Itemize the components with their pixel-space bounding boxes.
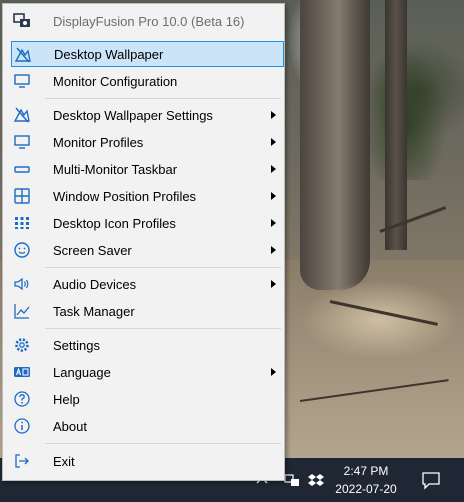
- menu-header: DisplayFusion Pro 10.0 (Beta 16): [11, 8, 282, 34]
- menu-separator: [45, 98, 281, 99]
- menu-item-label: Settings: [53, 337, 100, 353]
- notification-icon[interactable]: [420, 470, 442, 490]
- menu-item-monitor-profiles[interactable]: Monitor Profiles: [11, 129, 282, 155]
- taskbar-icon: [11, 158, 33, 180]
- menu-item-audio-devices[interactable]: Audio Devices: [11, 271, 282, 297]
- menu-item-label: Screen Saver: [53, 242, 132, 258]
- menu-item-label: Desktop Wallpaper Settings: [53, 107, 213, 123]
- menu-item-desktop-wallpaper[interactable]: Desktop Wallpaper: [11, 41, 284, 67]
- menu-item-label: Language: [53, 364, 111, 380]
- menu-item-label: Monitor Configuration: [53, 73, 178, 89]
- menu-item-label: Desktop Wallpaper: [54, 46, 164, 62]
- menu-separator: [45, 267, 281, 268]
- menu-header-label: DisplayFusion Pro 10.0 (Beta 16): [53, 13, 245, 29]
- help-icon: [11, 388, 33, 410]
- menu-item-label: Desktop Icon Profiles: [53, 215, 176, 231]
- submenu-arrow-icon: [271, 138, 276, 146]
- menu-item-label: Monitor Profiles: [53, 134, 144, 150]
- submenu-arrow-icon: [271, 246, 276, 254]
- clock-date: 2022-07-20: [335, 482, 397, 496]
- speaker-icon: [11, 273, 33, 295]
- menu-item-about[interactable]: About: [11, 413, 282, 439]
- menu-item-label: About: [53, 418, 87, 434]
- monitor-icon: [11, 70, 33, 92]
- submenu-arrow-icon: [271, 165, 276, 173]
- menu-item-label: Multi-Monitor Taskbar: [53, 161, 178, 177]
- system-clock[interactable]: 2:47 PM 2022-07-20: [330, 462, 402, 498]
- language-icon: [11, 361, 33, 383]
- task-manager-icon: [11, 300, 33, 322]
- menu-item-screen-saver[interactable]: Screen Saver: [11, 237, 282, 263]
- dropbox-icon[interactable]: [306, 470, 326, 490]
- screen-saver-icon: [11, 239, 33, 261]
- menu-item-help[interactable]: Help: [11, 386, 282, 412]
- desktop-icons-icon: [11, 212, 33, 234]
- clock-time: 2:47 PM: [343, 464, 389, 478]
- displayfusion-app-icon: [11, 10, 33, 32]
- menu-item-label: Help: [53, 391, 80, 407]
- menu-item-label: Window Position Profiles: [53, 188, 197, 204]
- submenu-arrow-icon: [271, 111, 276, 119]
- menu-separator: [45, 443, 281, 444]
- wallpaper-icon: [12, 44, 34, 66]
- menu-item-exit[interactable]: Exit: [11, 448, 282, 474]
- menu-item-label: Exit: [53, 453, 75, 469]
- wallpaper-settings-icon: [11, 104, 33, 126]
- submenu-arrow-icon: [271, 192, 276, 200]
- menu-item-desktop-icon-profiles[interactable]: Desktop Icon Profiles: [11, 210, 282, 236]
- menu-item-multi-monitor-taskbar[interactable]: Multi-Monitor Taskbar: [11, 156, 282, 182]
- menu-item-language[interactable]: Language: [11, 359, 282, 385]
- menu-item-settings[interactable]: Settings: [11, 332, 282, 358]
- submenu-arrow-icon: [271, 219, 276, 227]
- menu-separator: [45, 328, 281, 329]
- tree-trunk-thin: [385, 0, 407, 250]
- gear-icon: [11, 334, 33, 356]
- submenu-arrow-icon: [271, 368, 276, 376]
- monitor-profiles-icon: [11, 131, 33, 153]
- displayfusion-context-menu: DisplayFusion Pro 10.0 (Beta 16) Desktop…: [2, 3, 285, 481]
- displayfusion-tray-icon[interactable]: [282, 470, 302, 490]
- menu-item-monitor-configuration[interactable]: Monitor Configuration: [11, 68, 282, 94]
- exit-icon: [11, 450, 33, 472]
- menu-item-label: Audio Devices: [53, 276, 137, 292]
- submenu-arrow-icon: [271, 280, 276, 288]
- sunlit-patch: [300, 280, 460, 360]
- window-position-icon: [11, 185, 33, 207]
- menu-item-label: Task Manager: [53, 303, 135, 319]
- info-icon: [11, 415, 33, 437]
- tree-trunk: [300, 0, 370, 290]
- menu-item-task-manager[interactable]: Task Manager: [11, 298, 282, 324]
- menu-item-desktop-wallpaper-settings[interactable]: Desktop Wallpaper Settings: [11, 102, 282, 128]
- menu-item-window-position-profiles[interactable]: Window Position Profiles: [11, 183, 282, 209]
